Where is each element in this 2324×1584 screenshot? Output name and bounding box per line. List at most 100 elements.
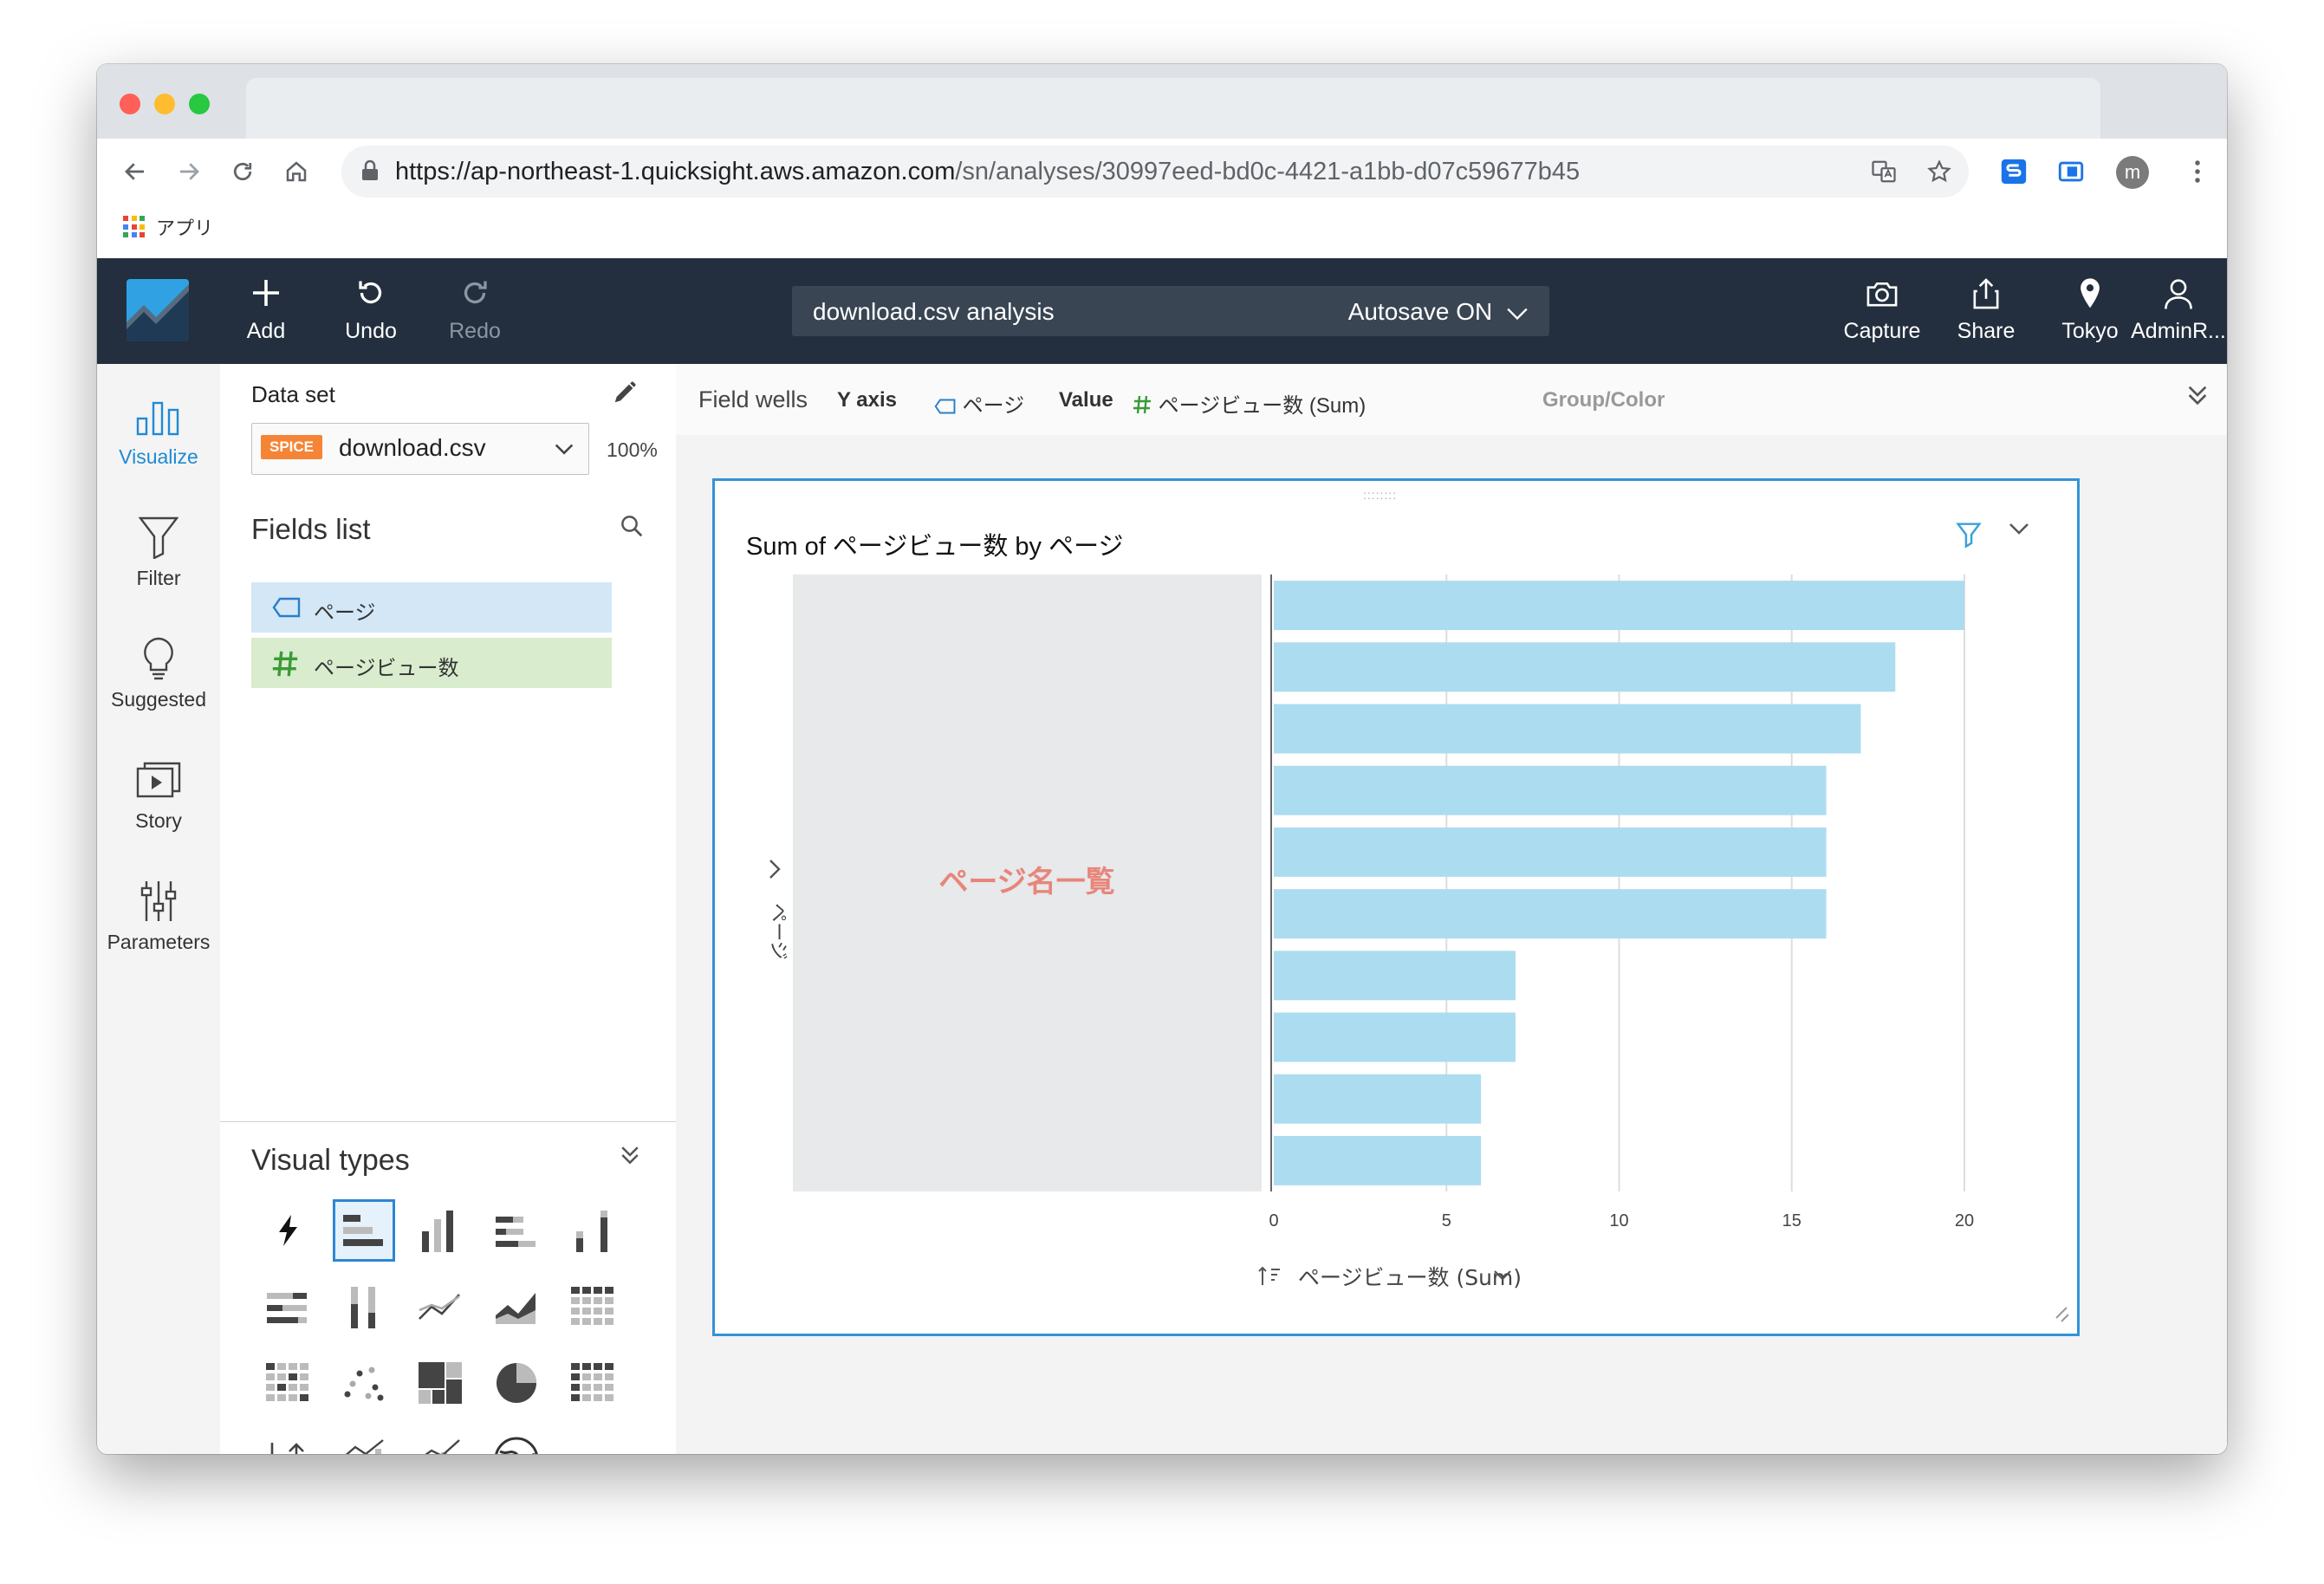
scatter-plot-icon[interactable] [333, 1352, 395, 1414]
forward-icon[interactable] [168, 151, 210, 192]
percent-column-chart-icon[interactable] [333, 1276, 395, 1338]
group-color-well[interactable]: Group/Color [1542, 388, 1665, 412]
undo-button[interactable]: Undo [328, 277, 414, 344]
redo-button[interactable]: Redo [432, 277, 518, 344]
bar-chart-visual[interactable]: :::::::: Sum of ページビュー数 by ページ 0 5 10 15 20 ペ… [712, 478, 2080, 1336]
percent-bar-chart-icon[interactable] [256, 1276, 319, 1338]
pencil-icon[interactable] [612, 380, 638, 412]
heat-map-icon[interactable] [256, 1352, 319, 1414]
close-window-button[interactable] [120, 94, 140, 114]
share-button[interactable]: Share [1943, 277, 2029, 344]
rail-parameters-label: Parameters [107, 931, 211, 953]
bookmark-star-icon[interactable] [1924, 156, 1955, 187]
home-icon[interactable] [276, 151, 317, 192]
resize-handle-icon[interactable] [2055, 1307, 2069, 1322]
rail-parameters[interactable]: Parameters [97, 875, 220, 954]
bar-chart-icon [97, 390, 220, 442]
analysis-name[interactable]: download.csv analysis [813, 298, 1055, 326]
double-chevron-down-icon[interactable] [2184, 381, 2211, 416]
visual-types-title: Visual types [251, 1144, 410, 1177]
more-vertical-icon[interactable] [2177, 151, 2218, 192]
y-axis-title: ページ [767, 903, 789, 960]
hash-measure-icon [272, 651, 298, 677]
bar[interactable] [1274, 1074, 1482, 1124]
geospatial-globe-icon[interactable] [485, 1428, 548, 1454]
field-item-pageviews[interactable]: ページビュー数 [251, 638, 612, 688]
dimension-tag-icon [272, 597, 301, 618]
field-item-page[interactable]: ページ [251, 582, 612, 633]
rail-visualize[interactable]: Visualize [97, 390, 220, 469]
panel-divider [220, 1121, 676, 1122]
browser-tab[interactable] [246, 78, 2100, 139]
chevron-down-icon [1507, 308, 1528, 320]
zoom-window-button[interactable] [189, 94, 210, 114]
add-button[interactable]: Add [227, 277, 305, 344]
line-chart-icon[interactable] [409, 1276, 471, 1338]
search-icon[interactable] [619, 513, 645, 546]
bar[interactable] [1274, 1012, 1516, 1062]
quicksight-logo[interactable] [127, 279, 189, 341]
back-icon[interactable] [114, 151, 156, 192]
address-bar[interactable]: https://ap-northeast-1.quicksight.aws.am… [341, 146, 1969, 198]
stacked-column-chart-icon[interactable] [562, 1199, 624, 1262]
chevron-right-icon[interactable] [769, 860, 781, 879]
user-label: AdminR... [2131, 319, 2226, 343]
stacked-bar-chart-icon[interactable] [485, 1199, 548, 1262]
extension-tab-icon[interactable] [2052, 153, 2090, 191]
field-label: ページビュー数 [314, 657, 459, 680]
bar[interactable] [1274, 642, 1896, 692]
profile-avatar[interactable]: m [2116, 156, 2149, 189]
rail-filter[interactable]: Filter [97, 511, 220, 590]
kpi-icon[interactable] [256, 1428, 319, 1454]
bar[interactable] [1274, 827, 1827, 877]
field-wells-bar[interactable]: Field wells Y axis ページ Value ページビュー数 (Su… [676, 364, 2227, 436]
capture-button[interactable]: Capture [1830, 277, 1934, 344]
x-tick-label: 20 [1955, 1211, 1974, 1230]
vertical-bar-chart-icon[interactable] [409, 1199, 471, 1262]
rail-story[interactable]: Story [97, 754, 220, 833]
region-button[interactable]: Tokyo [2047, 277, 2133, 344]
horizontal-bar-chart-icon[interactable] [333, 1199, 395, 1262]
user-menu-button[interactable]: AdminR... [2130, 277, 2227, 344]
combo-stacked-line-icon[interactable] [409, 1428, 471, 1454]
reload-icon[interactable] [222, 151, 263, 192]
table-icon[interactable] [562, 1352, 624, 1414]
double-chevron-down-icon[interactable] [617, 1142, 643, 1175]
bar[interactable] [1274, 765, 1827, 815]
url-path: /sn/analyses/30997eed-bd0c-4421-a1bb-d07… [955, 158, 1581, 185]
undo-icon [328, 277, 414, 317]
dataset-select[interactable]: SPICE download.csv [251, 423, 589, 475]
bookmark-apps-label: アプリ [156, 217, 214, 239]
analysis-name-bar[interactable]: download.csv analysis Autosave ON [792, 286, 1549, 336]
translate-icon[interactable] [1868, 156, 1899, 187]
pie-chart-icon[interactable] [485, 1352, 548, 1414]
region-label: Tokyo [2061, 319, 2119, 343]
tree-map-icon[interactable] [409, 1352, 471, 1414]
pivot-table-icon[interactable] [562, 1276, 624, 1338]
fields-list-title: Fields list [251, 513, 371, 545]
bookmark-apps[interactable]: アプリ [123, 213, 213, 241]
bar[interactable] [1274, 581, 1964, 631]
bar[interactable] [1274, 704, 1861, 754]
autograph-lightning-icon[interactable] [256, 1199, 319, 1262]
area-chart-icon[interactable] [485, 1276, 548, 1338]
autosave-toggle[interactable]: Autosave ON [1348, 298, 1529, 326]
minimize-window-button[interactable] [154, 94, 175, 114]
sliders-icon [97, 875, 220, 927]
rail-suggested[interactable]: Suggested [97, 633, 220, 711]
quicksight-header: Add Undo Redo download.csv analysis Auto… [97, 258, 2227, 364]
spice-badge: SPICE [261, 435, 323, 459]
bar[interactable] [1274, 951, 1516, 1001]
y-axis-well-value[interactable]: ページ [934, 388, 1024, 419]
combo-bar-line-icon[interactable] [333, 1428, 395, 1454]
left-rail: Visualize Filter Suggested Story Paramet… [97, 364, 221, 1454]
value-well-value[interactable]: ページビュー数 (Sum) [1132, 388, 1366, 419]
dataset-name: download.csv [339, 434, 486, 461]
bar[interactable] [1274, 1135, 1482, 1185]
extension-s-icon[interactable] [1995, 153, 2033, 191]
bar[interactable] [1274, 889, 1827, 939]
user-icon [2130, 277, 2227, 317]
sort-icon[interactable] [1258, 1266, 1280, 1285]
x-axis-title[interactable]: ページビュー数 (Sum) [1298, 1265, 1522, 1290]
location-pin-icon [2047, 277, 2133, 317]
